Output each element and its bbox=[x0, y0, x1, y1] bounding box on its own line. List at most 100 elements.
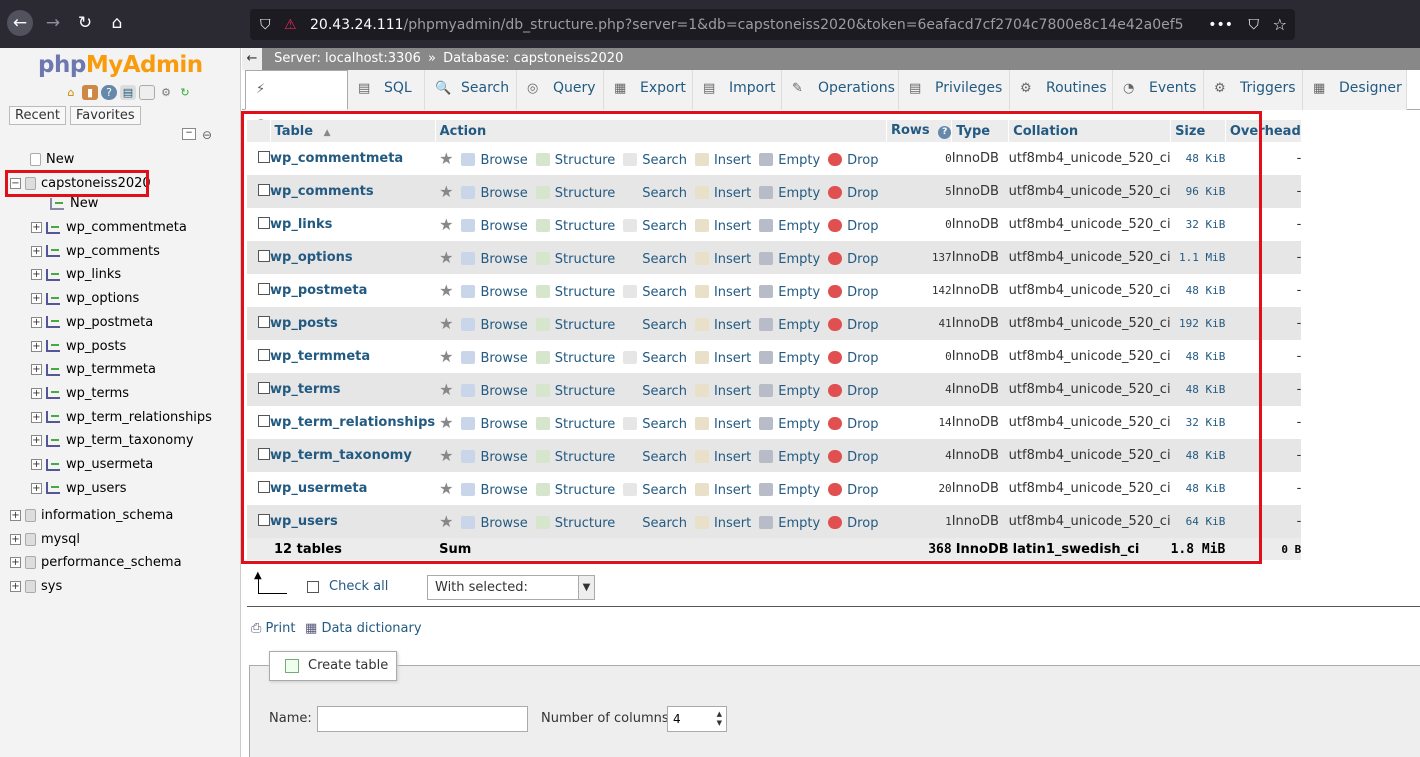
col-table[interactable]: Table ▲ bbox=[270, 120, 436, 142]
action-search[interactable]: Search bbox=[623, 417, 687, 432]
action-browse[interactable]: Browse bbox=[461, 285, 528, 300]
col-overhead[interactable]: Overhead bbox=[1225, 120, 1302, 142]
action-search[interactable]: Search bbox=[623, 318, 687, 333]
row-checkbox[interactable] bbox=[258, 414, 270, 427]
expand-icon[interactable]: + bbox=[31, 387, 42, 399]
sidebar-table-wp_term_taxonomy[interactable]: + wp_term_taxonomy bbox=[31, 431, 194, 451]
size[interactable]: 32 KiB bbox=[1171, 406, 1226, 439]
favorite-star-icon[interactable]: ★ bbox=[439, 182, 453, 201]
row-checkbox[interactable] bbox=[258, 249, 270, 262]
size[interactable]: 48 KiB bbox=[1171, 373, 1226, 406]
expand-icon[interactable]: + bbox=[31, 364, 42, 376]
table-name-link[interactable]: wp_commentmeta bbox=[270, 142, 435, 175]
action-browse[interactable]: Browse bbox=[461, 384, 528, 399]
action-insert[interactable]: Insert bbox=[694, 351, 751, 366]
action-empty[interactable]: Empty bbox=[759, 318, 820, 333]
with-selected-dropdown[interactable]: With selected: ▼ bbox=[427, 575, 595, 600]
action-insert[interactable]: Insert bbox=[694, 417, 751, 432]
action-drop[interactable]: Drop bbox=[828, 186, 878, 201]
action-drop[interactable]: Drop bbox=[828, 351, 878, 366]
action-empty[interactable]: Empty bbox=[759, 252, 820, 267]
gear-icon[interactable]: ⚙ bbox=[158, 85, 174, 100]
action-browse[interactable]: Browse bbox=[461, 450, 528, 465]
row-checkbox[interactable] bbox=[258, 381, 270, 394]
row-checkbox[interactable] bbox=[258, 183, 270, 196]
action-browse[interactable]: Browse bbox=[461, 252, 528, 267]
action-search[interactable]: Search bbox=[623, 186, 687, 201]
print-link[interactable]: ⎙ Print bbox=[251, 621, 295, 636]
size[interactable]: 48 KiB bbox=[1171, 439, 1226, 472]
action-empty[interactable]: Empty bbox=[759, 384, 820, 399]
favorite-star-icon[interactable]: ★ bbox=[439, 479, 453, 498]
action-browse[interactable]: Browse bbox=[461, 351, 528, 366]
collapse-icon[interactable]: − bbox=[10, 178, 21, 189]
expand-icon[interactable]: + bbox=[10, 557, 21, 569]
tab-sql[interactable]: ▤ SQL bbox=[348, 70, 425, 110]
action-empty[interactable]: Empty bbox=[759, 417, 820, 432]
col-type[interactable]: Type bbox=[951, 120, 1010, 142]
sidebar-table-wp_posts[interactable]: + wp_posts bbox=[31, 337, 126, 357]
home-icon[interactable]: ⌂ bbox=[104, 10, 130, 36]
db-item-information_schema[interactable]: + information_schema bbox=[10, 506, 173, 526]
action-insert[interactable]: Insert bbox=[694, 516, 751, 531]
link-icon[interactable]: ⊖ bbox=[202, 128, 212, 142]
action-empty[interactable]: Empty bbox=[759, 483, 820, 498]
action-insert[interactable]: Insert bbox=[694, 285, 751, 300]
row-checkbox[interactable] bbox=[258, 480, 270, 493]
favorite-star-icon[interactable]: ★ bbox=[439, 281, 453, 300]
new-table-item[interactable]: New bbox=[50, 194, 98, 214]
sidebar-table-wp_commentmeta[interactable]: + wp_commentmeta bbox=[31, 218, 187, 238]
size[interactable]: 48 KiB bbox=[1171, 274, 1226, 307]
tab-privileges[interactable]: ▤ Privileges bbox=[899, 70, 1010, 110]
tab-structure[interactable]: ⚡Structure bbox=[245, 70, 348, 134]
row-checkbox[interactable] bbox=[258, 315, 270, 328]
action-browse[interactable]: Browse bbox=[461, 516, 528, 531]
columns-stepper[interactable]: 4 ▲ ▼ bbox=[667, 706, 727, 732]
action-search[interactable]: Search bbox=[623, 384, 687, 399]
favorite-star-icon[interactable]: ★ bbox=[439, 446, 453, 465]
row-checkbox[interactable] bbox=[258, 282, 270, 295]
action-search[interactable]: Search bbox=[623, 351, 687, 366]
favorite-star-icon[interactable]: ★ bbox=[439, 314, 453, 333]
tab-triggers[interactable]: ⚙ Triggers bbox=[1204, 70, 1303, 110]
sidebar-table-wp_links[interactable]: + wp_links bbox=[31, 265, 121, 285]
col-collation[interactable]: Collation bbox=[1008, 120, 1172, 142]
expand-icon[interactable]: + bbox=[31, 293, 42, 305]
action-drop[interactable]: Drop bbox=[828, 384, 878, 399]
check-all-checkbox[interactable] bbox=[307, 581, 319, 593]
action-drop[interactable]: Drop bbox=[828, 450, 878, 465]
size[interactable]: 64 KiB bbox=[1171, 505, 1226, 538]
action-drop[interactable]: Drop bbox=[828, 219, 878, 234]
sidebar-table-wp_term_relationships[interactable]: + wp_term_relationships bbox=[31, 408, 212, 428]
address-bar[interactable]: ⛉ ⚠ 20.43.24.111/phpmyadmin/db_structure… bbox=[250, 9, 1295, 40]
new-db-item[interactable]: New bbox=[30, 150, 74, 170]
action-structure[interactable]: Structure bbox=[535, 417, 615, 432]
action-browse[interactable]: Browse bbox=[461, 219, 528, 234]
table-name-link[interactable]: wp_posts bbox=[270, 307, 435, 340]
action-drop[interactable]: Drop bbox=[828, 516, 878, 531]
favorite-star-icon[interactable]: ★ bbox=[439, 413, 453, 432]
sidebar-table-wp_termmeta[interactable]: + wp_termmeta bbox=[31, 360, 156, 380]
tab-events[interactable]: ◔ Events bbox=[1113, 70, 1204, 110]
favorites-tab[interactable]: Favorites bbox=[69, 106, 141, 125]
tab-designer[interactable]: ▦ Designer bbox=[1303, 70, 1407, 110]
action-structure[interactable]: Structure bbox=[535, 219, 615, 234]
row-checkbox[interactable] bbox=[258, 447, 270, 460]
col-size[interactable]: Size bbox=[1170, 120, 1226, 142]
favorite-star-icon[interactable]: ★ bbox=[439, 248, 453, 267]
page-actions-icon[interactable]: ••• bbox=[1208, 17, 1233, 33]
sidebar-table-wp_users[interactable]: + wp_users bbox=[31, 479, 127, 499]
table-name-link[interactable]: wp_options bbox=[270, 241, 435, 274]
action-search[interactable]: Search bbox=[623, 450, 687, 465]
sidebar-table-wp_usermeta[interactable]: + wp_usermeta bbox=[31, 455, 153, 475]
action-structure[interactable]: Structure bbox=[535, 516, 615, 531]
action-structure[interactable]: Structure bbox=[535, 318, 615, 333]
table-name-input[interactable] bbox=[317, 706, 528, 732]
expand-icon[interactable]: + bbox=[31, 459, 42, 470]
check-all-label[interactable]: Check all bbox=[329, 579, 388, 594]
row-checkbox[interactable] bbox=[258, 513, 270, 526]
table-name-link[interactable]: wp_usermeta bbox=[270, 472, 435, 505]
action-insert[interactable]: Insert bbox=[694, 252, 751, 267]
action-empty[interactable]: Empty bbox=[759, 219, 820, 234]
action-browse[interactable]: Browse bbox=[461, 417, 528, 432]
